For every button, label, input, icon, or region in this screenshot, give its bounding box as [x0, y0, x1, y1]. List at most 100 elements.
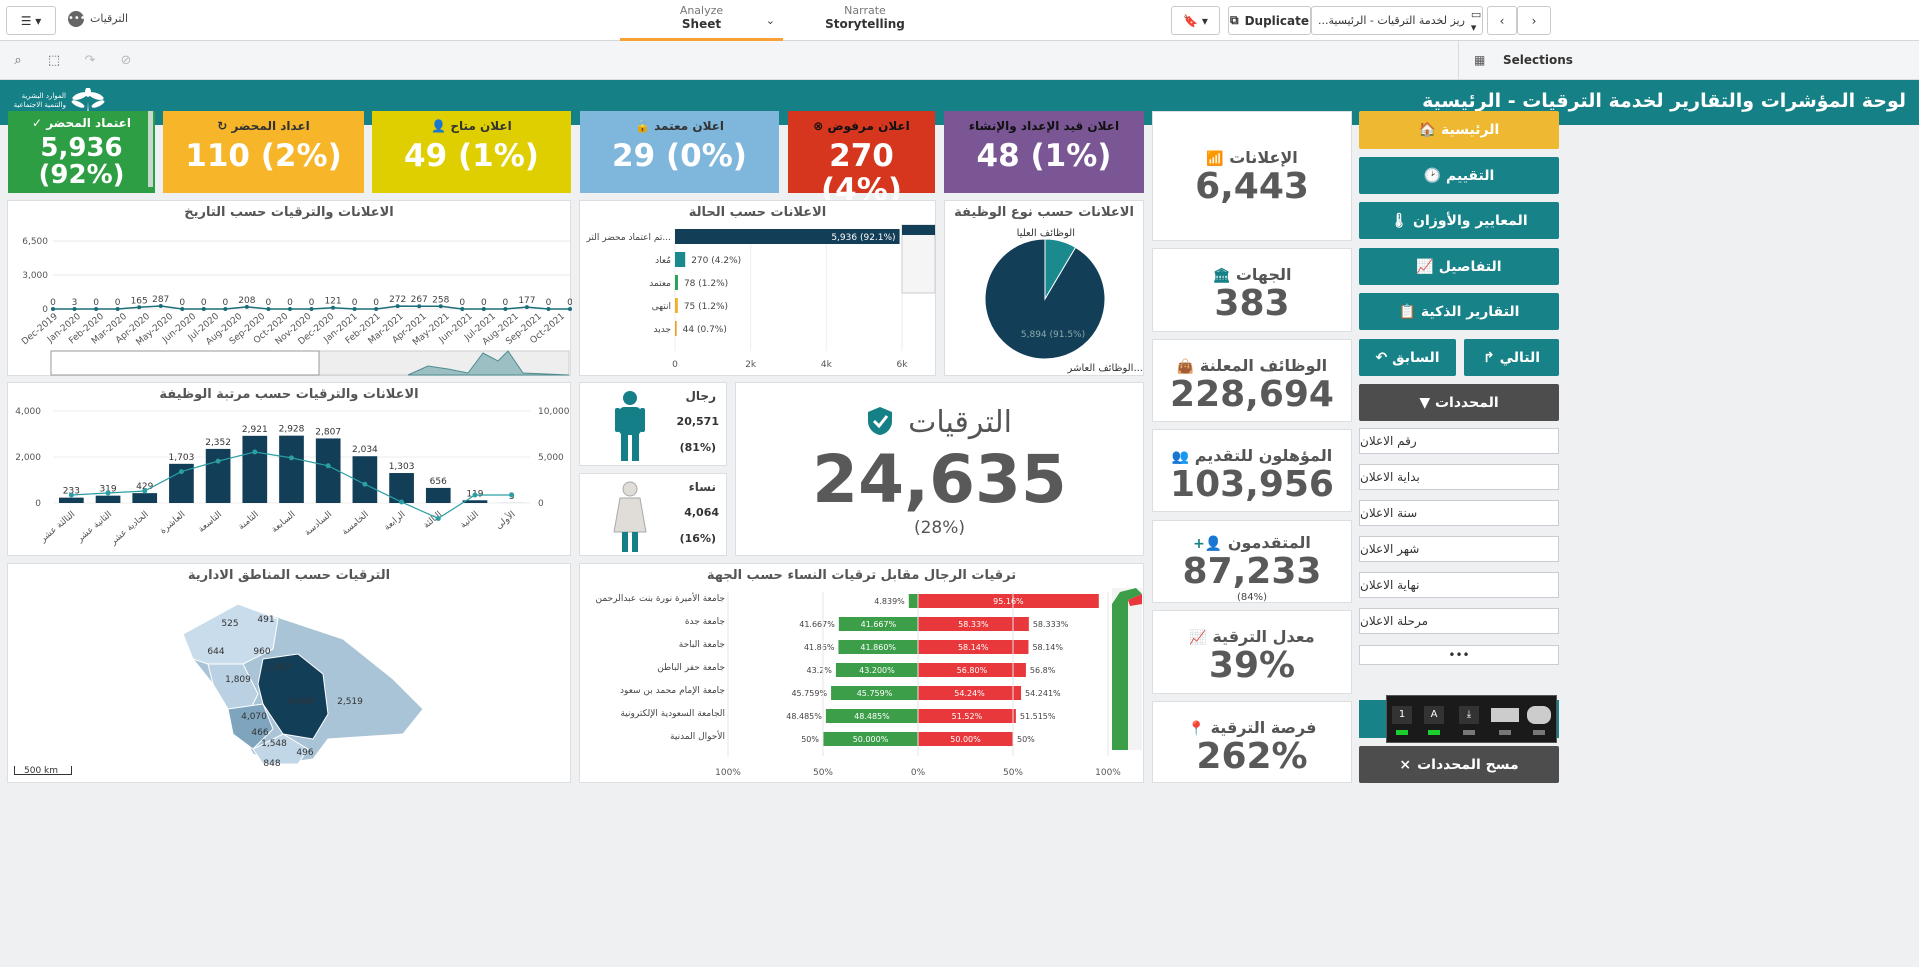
- kpi-preparing-minutes[interactable]: اعداد المحضر ↻ 110 (2%): [163, 111, 364, 193]
- filter-listbox[interactable]: بداية الاعلان: [1359, 464, 1559, 490]
- data-label: 0: [50, 298, 56, 308]
- more-filters-button[interactable]: •••: [1359, 645, 1559, 665]
- map-scale-label: 500 km: [24, 766, 59, 776]
- previous-button[interactable]: السابق ↶: [1359, 339, 1456, 376]
- chart-men-vs-women[interactable]: ترقيات الرجال مقابل ترقيات النساء حسب ال…: [579, 563, 1144, 783]
- data-label: 44 (0.7%): [683, 325, 727, 335]
- saudi-map[interactable]: 525 491 644 960 1,809 1,597 8,648 2,519 4,070 466…: [8, 564, 572, 784]
- sheet-selector[interactable]: ...ريز لخدمة الترقيات - الرئيسية ▭ ▾: [1311, 6, 1483, 35]
- filter-listbox[interactable]: سنة الاعلان: [1359, 500, 1559, 526]
- map-promotions-by-region[interactable]: الترقيات حسب المناطق الادارية 525 491 644 9…: [7, 563, 571, 783]
- data-label: 287: [152, 295, 169, 305]
- kpi-draft-ads[interactable]: اعلان قيد الإعداد والإنشاء 48 (1%): [944, 111, 1144, 193]
- data-label: 0: [567, 298, 572, 308]
- kpi-rejected-ads[interactable]: اعلان مرفوض ⊗ 270 (4%): [788, 111, 935, 207]
- main-menu-button[interactable]: ☰ ▾: [6, 6, 56, 35]
- metric-card[interactable]: معدل الترقية 📈 39%: [1152, 610, 1352, 694]
- metric-card[interactable]: الإعلانات 📶 6,443: [1152, 111, 1352, 241]
- download-icon[interactable]: ⤓: [1459, 706, 1479, 724]
- more-options-icon[interactable]: •••: [68, 11, 86, 27]
- region-value: 848: [263, 759, 280, 769]
- chart-ads-by-date[interactable]: الاعلانات والترقيات حسب التاريخ 6,500 3,0…: [7, 200, 572, 376]
- selections-tool-icon[interactable]: ⬚: [42, 49, 66, 71]
- metric-value: 39%: [1208, 645, 1296, 686]
- tab-analyze[interactable]: Analyze Sheet ⌄: [620, 0, 783, 41]
- selections-icon[interactable]: ▦: [1474, 53, 1485, 67]
- rank-bar: [95, 495, 121, 503]
- nav-home-button[interactable]: الرئيسية 🏠: [1359, 111, 1559, 149]
- women-label: 48.485%: [786, 712, 822, 721]
- chart-ads-by-rank[interactable]: الاعلانات والترقيات حسب مرتبة الوظيفة 4,…: [7, 382, 571, 556]
- clear-filter-icon: ⨯: [1399, 756, 1412, 773]
- men-label: 56.80%: [957, 666, 988, 675]
- men-outer-label: 50%: [1017, 735, 1035, 744]
- category-label: جامعة حفر الباطن: [657, 663, 725, 673]
- metric-card[interactable]: فرصة الترقية 📍 262%: [1152, 701, 1352, 783]
- trend-point: [362, 481, 368, 487]
- men-label: 50.00%: [950, 735, 981, 744]
- chart-ads-by-status[interactable]: الاعلانات حسب الحالة 0 2k 4k 6k تم اعتماد مح…: [579, 200, 936, 376]
- x-tick-label: الخامسة: [340, 510, 371, 538]
- rank-bar: [205, 448, 231, 503]
- metric-card[interactable]: الجهات 🏛 383: [1152, 248, 1352, 332]
- chevron-down-icon[interactable]: ⌄: [766, 14, 775, 27]
- metric-card[interactable]: المتقدمون 👤+ 87,233 (84%): [1152, 520, 1352, 603]
- next-button[interactable]: التالي ↱: [1464, 339, 1559, 376]
- previous-sheet-button[interactable]: ‹: [1487, 6, 1517, 35]
- nav-details-button[interactable]: التفاصيل 📈: [1359, 248, 1559, 285]
- smart-search-icon[interactable]: ⌕: [6, 49, 30, 71]
- indicator-light: [1396, 730, 1408, 735]
- woman-icon: [613, 481, 647, 552]
- clear-filters-label: مسح المحددات: [1417, 756, 1519, 773]
- metric-card[interactable]: المؤهلون للتقديم 👥 103,956: [1152, 429, 1352, 512]
- filter-listbox[interactable]: نهاية الاعلان: [1359, 572, 1559, 598]
- category-label: انتهى: [652, 302, 671, 312]
- metric-title: المؤهلون للتقديم: [1194, 446, 1333, 465]
- metric-value: 103,956: [1170, 464, 1334, 505]
- nav-criteria-button[interactable]: المعايير والأوزان 🌡: [1359, 202, 1559, 239]
- clear-filters-button[interactable]: مسح المحددات ⨯: [1359, 746, 1559, 783]
- duplicate-button[interactable]: ⧉ Duplicate: [1228, 6, 1311, 35]
- kpi-available-ads[interactable]: اعلان متاح 👤 49 (1%): [372, 111, 571, 193]
- rank-bar: [425, 487, 451, 503]
- women-inner-label: 41.667%: [861, 620, 897, 629]
- filter-listbox[interactable]: مرحلة الاعلان: [1359, 608, 1559, 634]
- selections-button[interactable]: Selections: [1503, 53, 1573, 67]
- x-tick-label: الرابعة: [382, 510, 407, 533]
- filter-listbox[interactable]: رقم الاعلان: [1359, 428, 1559, 454]
- women-panel[interactable]: نساء 4,064 (16%): [579, 473, 727, 556]
- category-label: الجامعة السعودية الإلكترونية: [620, 709, 725, 719]
- men-panel[interactable]: رجال 20,571 (81%): [579, 382, 727, 466]
- bookmark-button[interactable]: 🔖 ▾: [1171, 6, 1220, 35]
- overlay-widget[interactable]: 1 A ⤓: [1386, 695, 1557, 743]
- dashboard-title: لوحة المؤشرات والتقارير لخدمة الترقيات -…: [1422, 90, 1906, 112]
- x-tick-label: الثامنة: [237, 510, 261, 532]
- man-icon: [615, 391, 645, 461]
- overlay-button-1[interactable]: 1: [1392, 706, 1412, 724]
- bank-icon: 🏛: [1212, 268, 1231, 284]
- category-label: جامعة الأميرة نورة بنت عبدالرحمن: [596, 592, 726, 604]
- metric-card[interactable]: الوظائف المعلنة 👜 228,694: [1152, 339, 1352, 422]
- filter-listbox[interactable]: شهر الاعلان: [1359, 536, 1559, 562]
- data-label: 0: [93, 298, 99, 308]
- nav-evaluation-button[interactable]: التقييم 🕑: [1359, 157, 1559, 194]
- scrollbar[interactable]: [148, 111, 153, 187]
- trend-point: [509, 492, 515, 498]
- promotions-kpi[interactable]: الترقيات 24,635 (28%): [735, 382, 1144, 556]
- men-label: 95.16%: [993, 597, 1024, 606]
- kpi-value: 49 (1%): [404, 138, 539, 174]
- data-label: 5,936 (92.1%): [831, 233, 895, 243]
- region-value: 525: [221, 619, 238, 629]
- data-label: 270 (4.2%): [691, 256, 741, 266]
- tab-narrate[interactable]: Narrate Storytelling: [800, 0, 930, 41]
- kpi-approved-minutes[interactable]: اعتماد المحضر ✓ 5,936 (92%): [8, 111, 155, 193]
- nav-smart-reports-button[interactable]: التقارير الذكية 📋: [1359, 293, 1559, 330]
- kpi-approved-ads[interactable]: اعلان معتمد 🔒 29 (0%): [580, 111, 779, 193]
- data-label: 2,352: [205, 438, 231, 448]
- shield-check-icon: [868, 407, 893, 435]
- next-sheet-button[interactable]: ›: [1517, 6, 1551, 35]
- kpi-value: 5,936: [40, 133, 123, 163]
- men-percent: (81%): [679, 441, 716, 454]
- chart-ads-by-job-type[interactable]: الاعلانات حسب نوع الوظيفة الوظائف العليا…: [944, 200, 1144, 376]
- overlay-button-a[interactable]: A: [1424, 706, 1444, 724]
